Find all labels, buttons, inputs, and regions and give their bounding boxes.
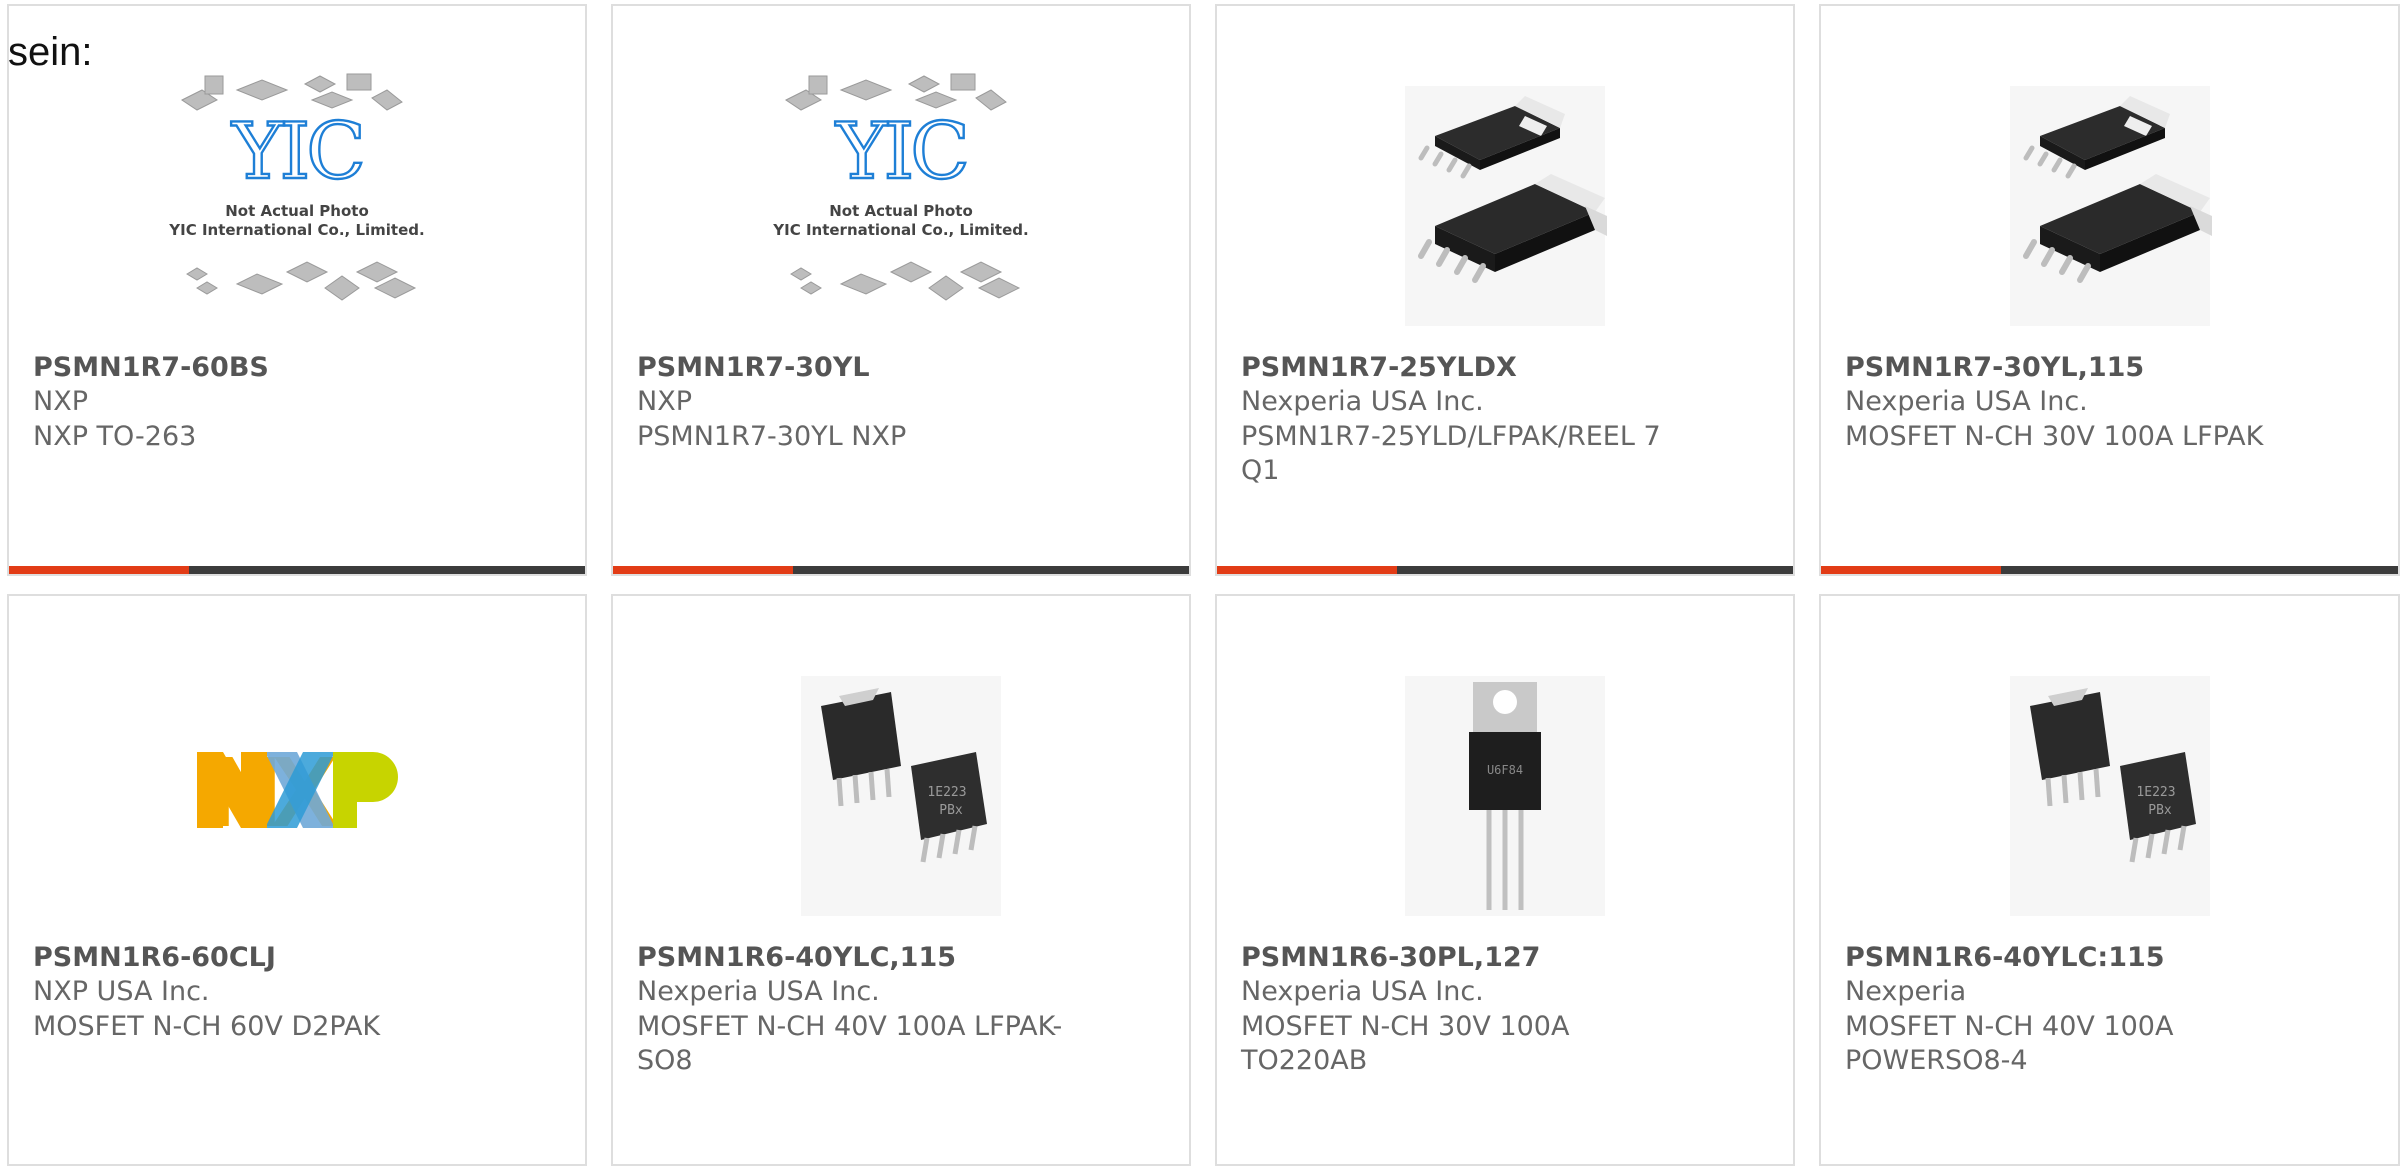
product-name[interactable]: PSMN1R7-30YL,115 (1845, 352, 2144, 383)
yic-logo: YIC (835, 107, 966, 197)
product-description: MOSFET N-CH 60V D2PAK (33, 1011, 381, 1042)
manufacturer: NXP USA Inc. (33, 976, 210, 1007)
manufacturer: Nexperia USA Inc. (1241, 386, 1484, 417)
nxp-logo-image: NXP (197, 736, 402, 848)
so8-package-image: 1E223 PBx (2009, 676, 2210, 916)
manufacturer: Nexperia USA Inc. (1241, 976, 1484, 1007)
card-bottom-bar (1821, 566, 2398, 574)
product-card[interactable]: YIC Not Actual Photo YIC International C… (611, 4, 1191, 576)
manufacturer: NXP (637, 386, 692, 417)
product-card[interactable]: PSMN1R7-30YL,115 Nexperia USA Inc. MOSFE… (1819, 4, 2400, 576)
product-image: NXP (157, 656, 437, 936)
product-image: U6F84 (1365, 656, 1645, 936)
product-card[interactable]: NXP PSMN1R6-60CLJ NXP USA Inc. MOSFET N-… (7, 594, 587, 1166)
product-description: PSMN1R7-30YL NXP (637, 421, 907, 452)
product-name[interactable]: PSMN1R7-30YL (637, 352, 870, 383)
product-name[interactable]: PSMN1R6-40YLC:115 (1845, 942, 2165, 973)
product-card[interactable]: 1E223 PBx PSMN1R6-40YLC,115 Nexperia USA… (611, 594, 1191, 1166)
card-bottom-bar (9, 566, 585, 574)
product-image: YIC Not Actual Photo YIC International C… (761, 66, 1041, 346)
svg-text:Not Actual Photo: Not Actual Photo (829, 202, 973, 220)
product-description: MOSFET N-CH 30V 100A LFPAK (1845, 421, 2264, 452)
product-description: NXP TO-263 (33, 421, 197, 452)
manufacturer: Nexperia (1845, 976, 1967, 1007)
card-bottom-bar (1217, 566, 1793, 574)
product-name[interactable]: PSMN1R6-60CLJ (33, 942, 276, 973)
svg-text:PBx: PBx (939, 803, 963, 818)
card-accent (9, 566, 189, 574)
product-card[interactable]: 1E223 PBx PSMN1R6-40YLC:115 Nexperia MOS… (1819, 594, 2400, 1166)
yic-placeholder-image: YIC Not Actual Photo YIC International C… (772, 73, 1029, 301)
product-card[interactable]: U6F84 PSMN1R6-30PL,127 Nexperia USA Inc.… (1215, 594, 1795, 1166)
svg-text:1E223: 1E223 (2136, 785, 2175, 800)
product-description: MOSFET N-CH 30V 100A TO220AB (1241, 1011, 1570, 1076)
lfpak-package-image (1405, 86, 1607, 326)
product-image (1970, 66, 2250, 346)
product-image (1365, 66, 1645, 346)
so8-package-image: 1E223 PBx (801, 676, 1001, 916)
manufacturer: Nexperia USA Inc. (637, 976, 880, 1007)
svg-text:YIC International Co., Limited: YIC International Co., Limited. (772, 221, 1028, 239)
svg-text:U6F84: U6F84 (1487, 763, 1523, 777)
svg-text:YIC International Co., Limited: YIC International Co., Limited. (168, 221, 424, 239)
product-image: 1E223 PBx (761, 656, 1041, 936)
product-description: MOSFET N-CH 40V 100A POWERSO8-4 (1845, 1011, 2174, 1076)
card-accent (1821, 566, 2001, 574)
product-name[interactable]: PSMN1R6-30PL,127 (1241, 942, 1540, 973)
yic-placeholder-image: YIC Not Actual Photo YIC International C… (168, 73, 425, 301)
product-card[interactable]: PSMN1R7-25YLDX Nexperia USA Inc. PSMN1R7… (1215, 4, 1795, 576)
product-description: PSMN1R7-25YLD/LFPAK/REEL 7 Q1 (1241, 421, 1661, 486)
card-accent (613, 566, 793, 574)
product-description: MOSFET N-CH 40V 100A LFPAK-SO8 (637, 1011, 1063, 1076)
card-bottom-bar (613, 566, 1189, 574)
product-name[interactable]: PSMN1R7-25YLDX (1241, 352, 1517, 383)
svg-text:Not Actual Photo: Not Actual Photo (225, 202, 369, 220)
product-name[interactable]: PSMN1R6-40YLC,115 (637, 942, 956, 973)
intro-text: sein: (8, 30, 93, 74)
product-card[interactable]: YIC Not Actual Photo YIC International C… (7, 4, 587, 576)
product-name[interactable]: PSMN1R7-60BS (33, 352, 269, 383)
svg-text:PBx: PBx (2148, 803, 2172, 818)
card-accent (1217, 566, 1397, 574)
yic-logo: YIC (231, 107, 362, 197)
product-image: YIC Not Actual Photo YIC International C… (157, 66, 437, 346)
product-image: 1E223 PBx (1970, 656, 2250, 936)
manufacturer: NXP (33, 386, 88, 417)
manufacturer: Nexperia USA Inc. (1845, 386, 2088, 417)
to220-package-image: U6F84 (1405, 676, 1605, 916)
lfpak-package-image (2009, 86, 2212, 326)
svg-text:1E223: 1E223 (927, 785, 966, 800)
